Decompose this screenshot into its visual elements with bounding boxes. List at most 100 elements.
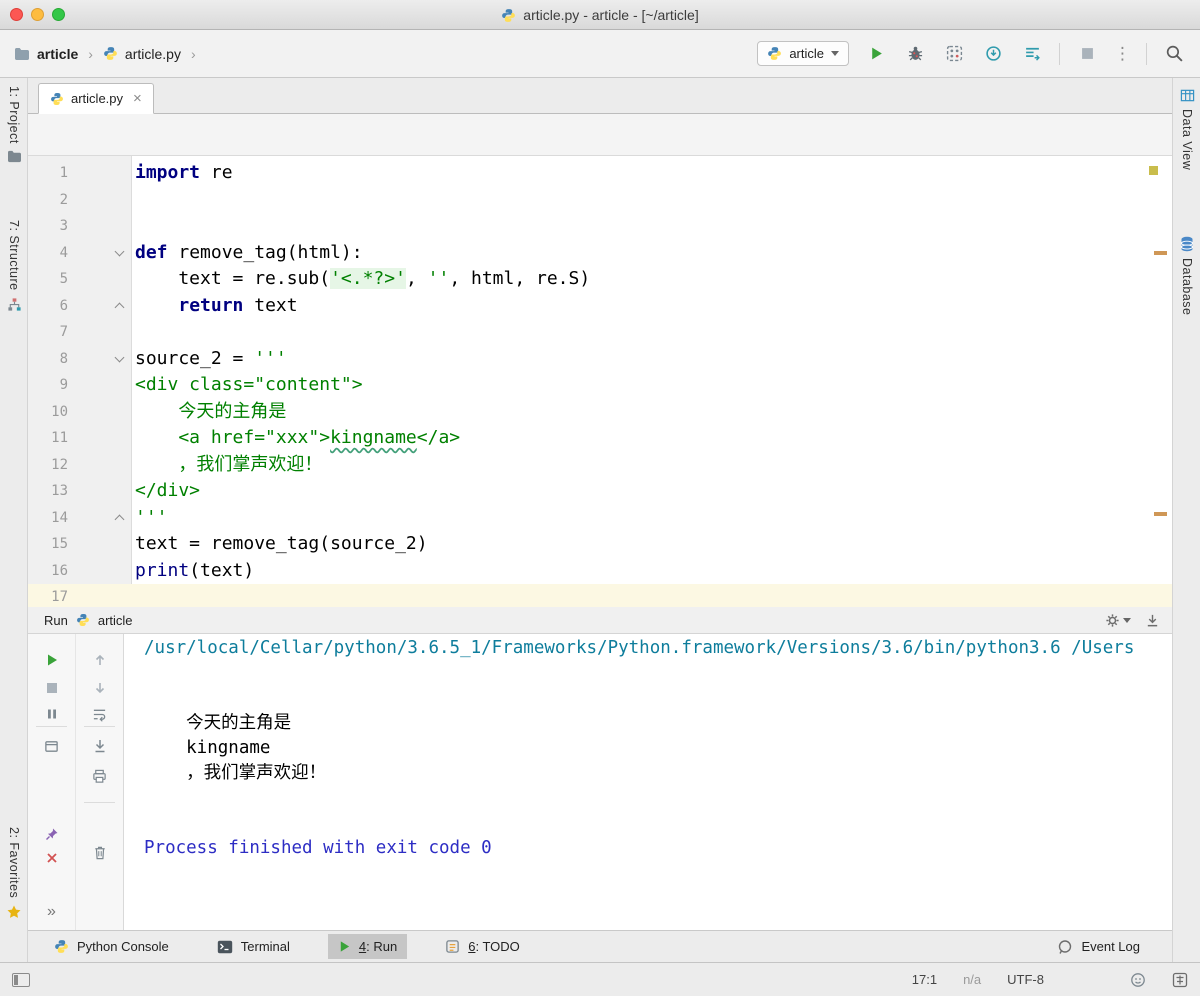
fold-marker[interactable] — [68, 346, 132, 373]
project-icon — [7, 150, 22, 163]
breadcrumb-file[interactable]: article.py — [125, 46, 181, 62]
tool-button-label: Python Console — [77, 939, 169, 954]
fold-marker[interactable] — [68, 293, 132, 320]
fold-gutter — [68, 372, 132, 399]
code-segment: , html, re.S) — [449, 268, 591, 289]
caret-position[interactable]: 17:1 — [912, 972, 937, 987]
python-logo-icon — [76, 613, 90, 627]
breadcrumb-project[interactable]: article — [37, 46, 78, 62]
code-segment: source_2 = — [135, 347, 255, 369]
code-line: 16 print(text) — [28, 558, 1172, 585]
window-title-area: article.py - article - [~/article] — [0, 0, 1200, 30]
line-number: 15 — [51, 536, 68, 552]
pause-button[interactable] — [40, 702, 64, 726]
scrollbar-mark[interactable] — [1154, 251, 1167, 255]
tool-button-favorites[interactable]: 2: Favorites — [0, 827, 28, 920]
toolbar-separator — [84, 802, 115, 803]
console-output[interactable]: /usr/local/Cellar/python/3.6.5_1/Framewo… — [124, 634, 1172, 930]
code-text: source_2 = ''' — [132, 346, 1172, 373]
more-actions-button[interactable]: » — [40, 900, 64, 924]
code-text: text = remove_tag(source_2) — [132, 531, 1172, 558]
hide-panel-button[interactable] — [1145, 613, 1160, 628]
close-panel-button[interactable] — [40, 846, 64, 870]
line-number: 17 — [51, 589, 68, 605]
tool-button-data-view[interactable]: Data View — [1173, 88, 1200, 170]
python-logo-icon — [767, 46, 782, 61]
tool-button-python-console[interactable]: Python Console — [44, 934, 179, 959]
run-with-coverage-button[interactable] — [942, 42, 966, 66]
inspection-indicator[interactable] — [1149, 166, 1158, 175]
tab-label: article.py — [71, 91, 124, 106]
run-panel-title: Run — [44, 612, 68, 628]
line-separator-indicator: n/a — [963, 972, 982, 987]
editor-tab-article-py[interactable]: article.py × — [38, 83, 154, 114]
zoom-window-button[interactable] — [52, 8, 65, 21]
fold-marker[interactable] — [68, 240, 132, 267]
tool-windows-toggle-button[interactable] — [12, 972, 30, 987]
pin-tab-button[interactable] — [40, 822, 64, 846]
close-icon[interactable]: × — [133, 91, 142, 106]
line-number: 13 — [51, 483, 68, 499]
code-line: 4 def remove_tag(html): — [28, 240, 1172, 267]
scroll-to-end-button[interactable] — [88, 734, 112, 758]
soft-wrap-button[interactable] — [88, 702, 112, 726]
run-toolbar: article ⋮ — [757, 41, 1186, 66]
tool-button-database[interactable]: Database — [1173, 236, 1200, 316]
code-segment: return — [178, 294, 244, 316]
breadcrumb: article › article.py › — [14, 46, 199, 62]
code-line: 5 text = re.sub('<.*?>', '', html, re.S) — [28, 266, 1172, 293]
minimize-window-button[interactable] — [31, 8, 44, 21]
settings-button[interactable] — [1105, 613, 1131, 628]
code-line: 3 — [28, 213, 1172, 240]
encoding-indicator[interactable]: UTF-8 — [1007, 972, 1044, 987]
code-segment: '' — [427, 268, 450, 289]
thread-dump-button[interactable] — [1020, 42, 1044, 66]
close-window-button[interactable] — [10, 8, 23, 21]
tool-window-bar: Python Console Terminal 4: Run 6: TODO E… — [28, 930, 1172, 962]
tool-button-project[interactable]: 1: Project — [0, 86, 28, 163]
console-line: kingname — [144, 738, 271, 758]
fold-gutter — [68, 187, 132, 214]
up-stack-trace-button[interactable] — [88, 648, 112, 672]
search-everywhere-button[interactable] — [1162, 42, 1186, 66]
clear-console-button[interactable] — [88, 840, 112, 864]
fold-marker[interactable] — [68, 505, 132, 532]
code-segment: 今天的主角是 — [135, 400, 287, 422]
stop-button[interactable] — [1075, 42, 1099, 66]
tool-button-terminal[interactable]: Terminal — [207, 934, 300, 959]
rerun-button[interactable] — [40, 648, 64, 672]
chevron-right-icon: › — [88, 45, 93, 62]
run-button[interactable] — [864, 42, 888, 66]
tool-button-label: : Run — [366, 939, 398, 954]
console-line: /usr/local/Cellar/python/3.6.5_1/Framewo… — [144, 638, 1135, 658]
code-text: def remove_tag(html): — [132, 240, 1172, 267]
console-line: ，我们掌声欢迎！ — [144, 763, 327, 783]
star-icon — [6, 904, 22, 920]
toolbar-overflow-icon[interactable]: ⋮ — [1114, 45, 1131, 62]
code-line: 2 — [28, 187, 1172, 214]
tool-button-structure[interactable]: 7: Structure — [0, 220, 28, 312]
tool-button-label: 1: Project — [7, 86, 21, 144]
console-line: Process finished with exit code 0 — [144, 838, 492, 858]
tool-button-todo[interactable]: 6: TODO — [435, 934, 530, 959]
code-editor[interactable]: 1 import re 2 3 4 def remove_tag(html): 5 text… — [28, 156, 1172, 607]
debug-button[interactable] — [903, 42, 927, 66]
line-number: 11 — [51, 430, 68, 446]
run-configuration-select[interactable]: article — [757, 41, 849, 66]
code-segment: import — [135, 162, 201, 183]
hector-inspector-icon[interactable] — [1130, 972, 1146, 988]
print-button[interactable] — [88, 764, 112, 788]
scrollbar-mark[interactable] — [1154, 512, 1167, 516]
stop-button[interactable] — [40, 676, 64, 700]
down-stack-trace-button[interactable] — [88, 676, 112, 700]
input-method-icon[interactable] — [1172, 972, 1188, 988]
event-log-button[interactable]: Event Log — [1047, 934, 1150, 960]
concurrency-diagram-button[interactable] — [981, 42, 1005, 66]
tool-button-run[interactable]: 4: Run — [327, 934, 408, 959]
code-segment: </div> — [135, 480, 201, 501]
restore-layout-button[interactable] — [40, 734, 64, 758]
python-file-icon — [103, 46, 118, 61]
toolbar-separator — [1059, 42, 1060, 65]
editor-top-spacer — [28, 114, 1172, 156]
